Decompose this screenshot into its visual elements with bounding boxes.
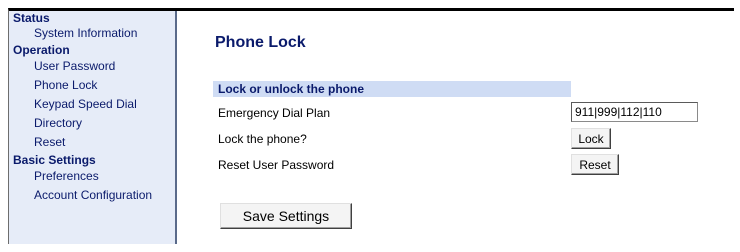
sidebar-section-operation: Operation User Password Phone Lock Keypa… <box>9 43 175 152</box>
sidebar-item-phone-lock[interactable]: Phone Lock <box>9 76 175 95</box>
sidebar-item-account-configuration[interactable]: Account Configuration <box>9 186 175 205</box>
sidebar-item-preferences[interactable]: Preferences <box>9 167 175 186</box>
save-settings-button[interactable]: Save Settings <box>220 203 352 229</box>
sidebar-heading-basic-settings: Basic Settings <box>13 153 96 167</box>
sidebar-item-system-information[interactable]: System Information <box>9 25 175 42</box>
lock-button[interactable]: Lock <box>571 128 611 149</box>
sidebar-item-directory[interactable]: Directory <box>9 114 175 133</box>
emergency-dial-plan-label: Emergency Dial Plan <box>218 106 331 120</box>
sidebar-item-user-password[interactable]: User Password <box>9 57 175 76</box>
sidebar-nav: Status System Information Operation User… <box>9 11 177 244</box>
emergency-dial-plan-input[interactable] <box>571 102 698 122</box>
sidebar-item-keypad-speed-dial[interactable]: Keypad Speed Dial <box>9 95 175 114</box>
reset-button[interactable]: Reset <box>571 154 619 175</box>
lock-phone-label: Lock the phone? <box>218 132 307 146</box>
reset-user-password-label: Reset User Password <box>218 158 335 172</box>
sidebar-heading-status: Status <box>13 11 50 25</box>
sidebar-heading-operation: Operation <box>13 43 70 57</box>
sidebar-item-reset[interactable]: Reset <box>9 133 175 152</box>
sidebar-section-status: Status System Information <box>9 11 175 42</box>
page-title: Phone Lock <box>215 34 306 51</box>
main-content: Phone Lock Lock or unlock the phone Emer… <box>177 11 734 244</box>
web-ui-frame: Status System Information Operation User… <box>8 8 734 244</box>
sidebar-section-basic-settings: Basic Settings Preferences Account Confi… <box>9 153 175 205</box>
section-header: Lock or unlock the phone <box>213 81 571 97</box>
